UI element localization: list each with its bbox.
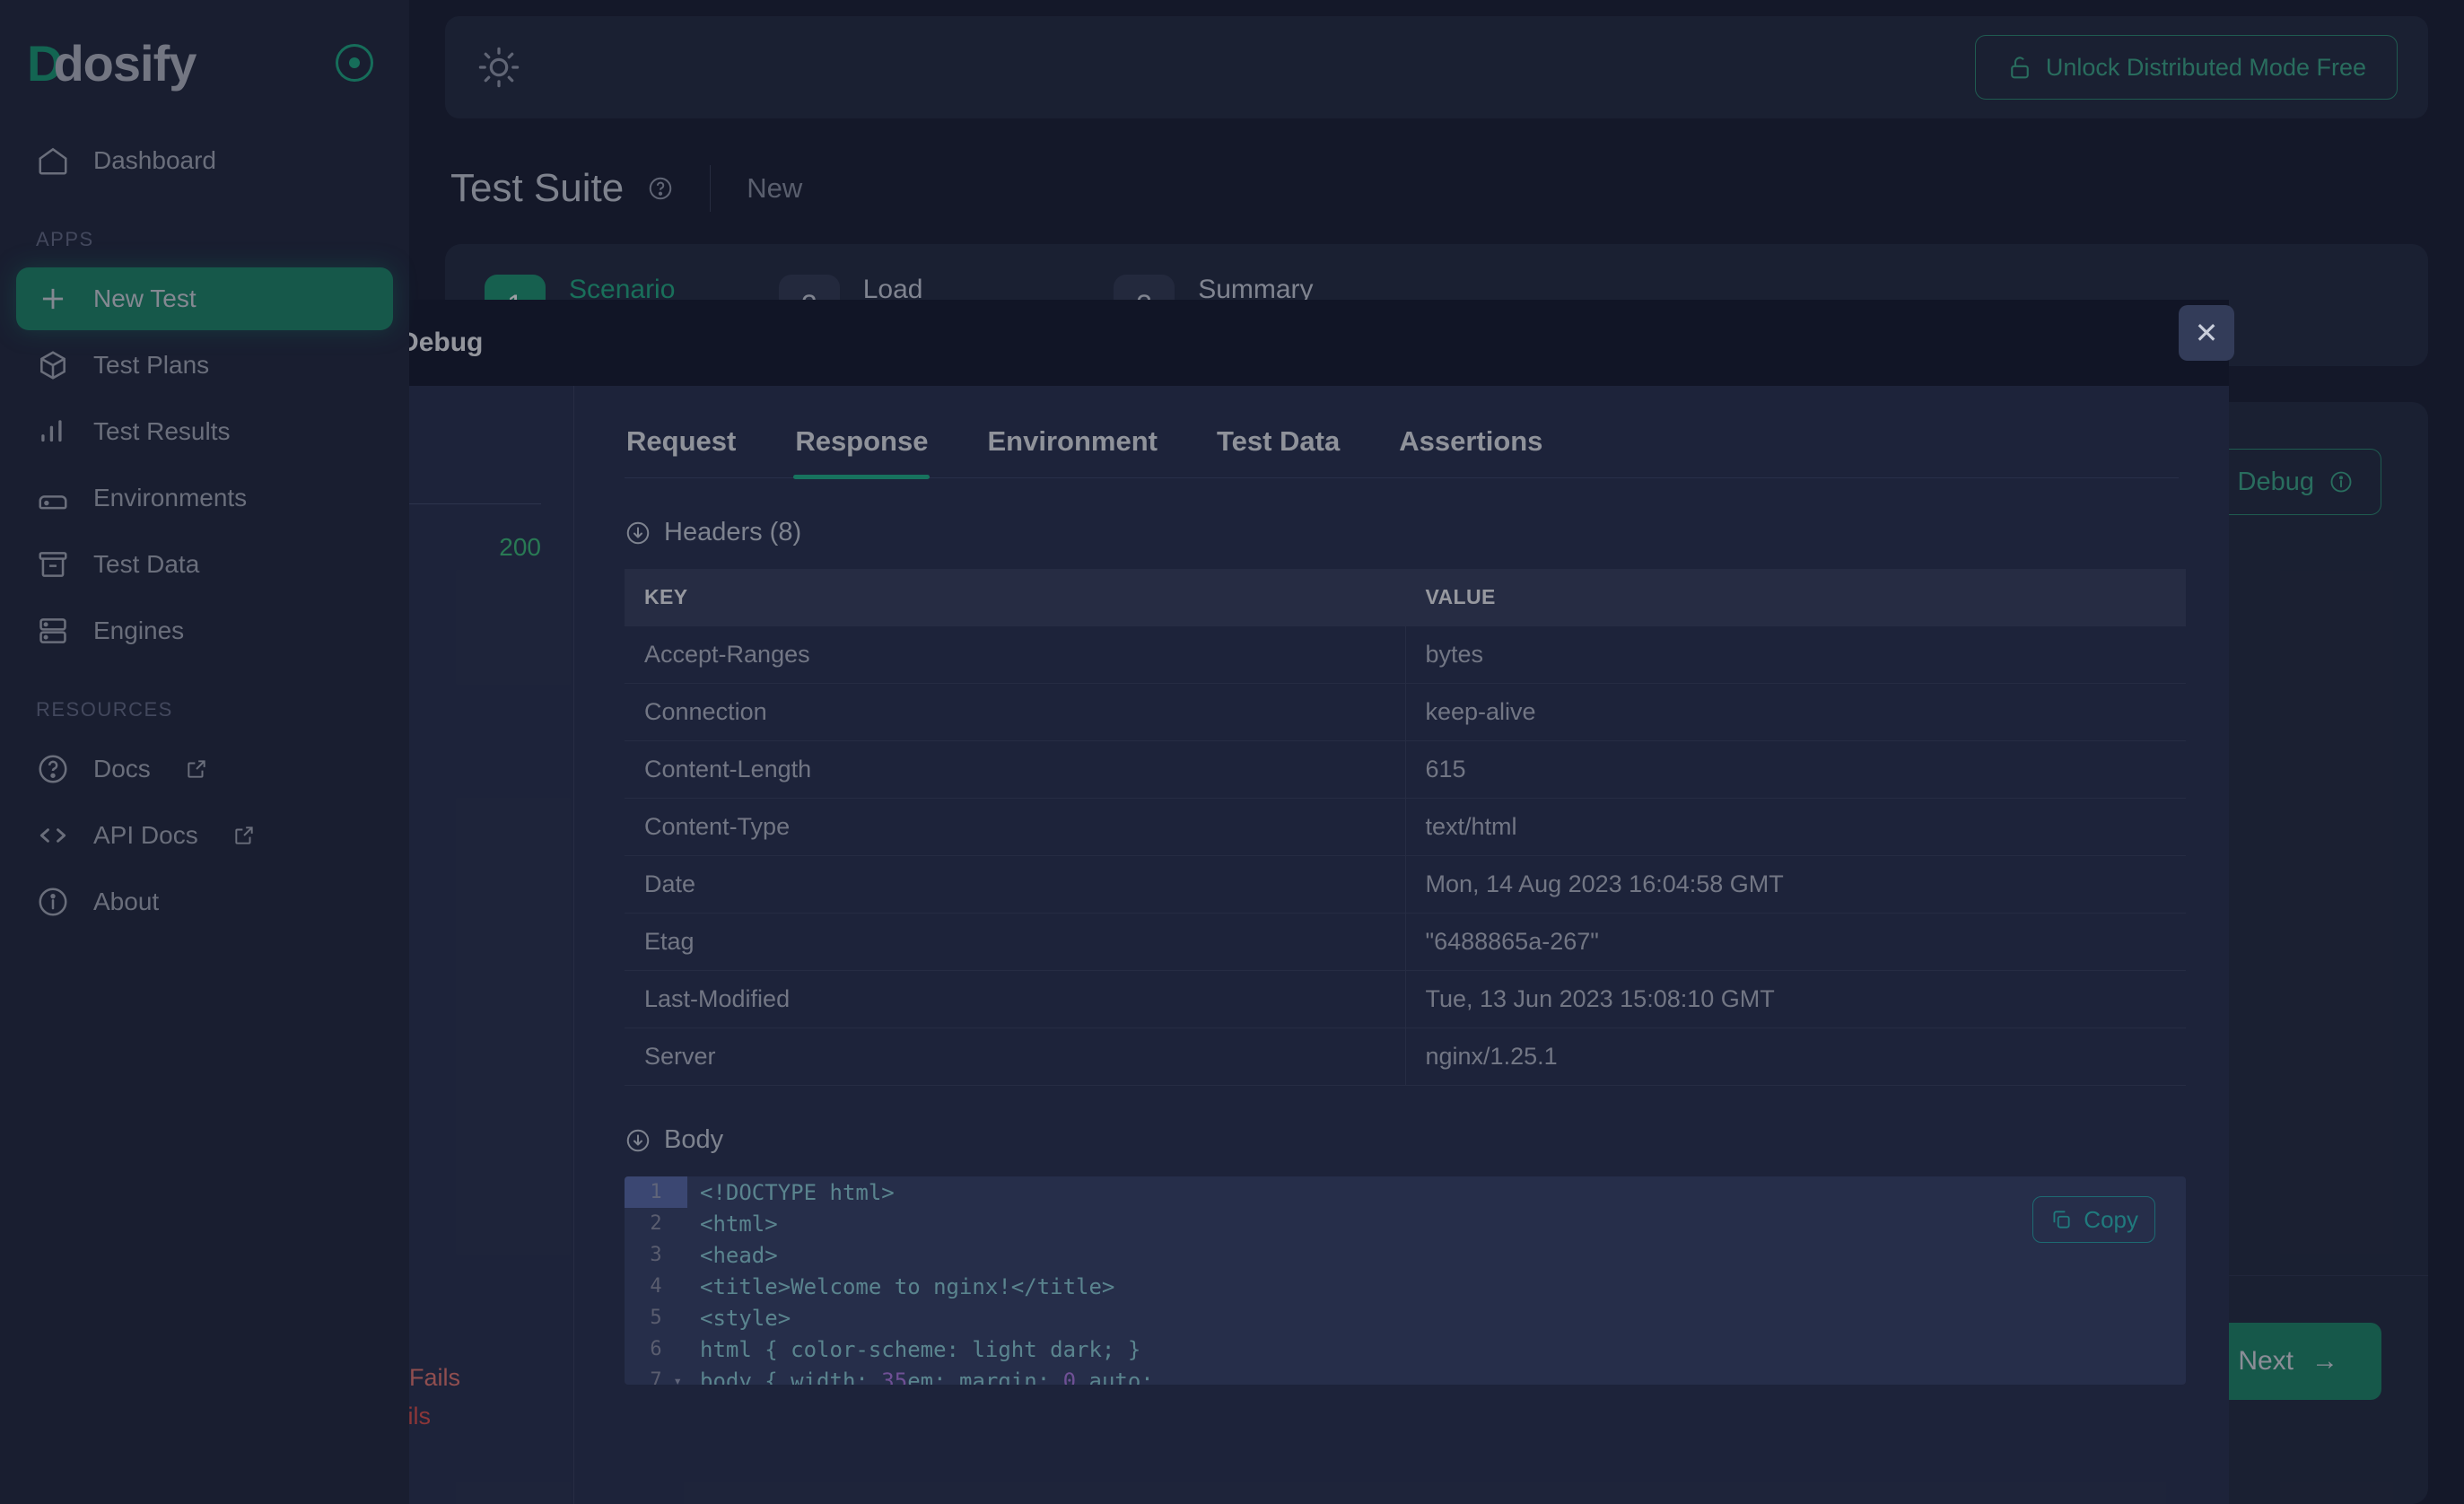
- close-icon: ✕: [2194, 317, 2219, 349]
- modal-overlay[interactable]: [0, 0, 2464, 1504]
- close-button[interactable]: ✕: [2179, 305, 2234, 361]
